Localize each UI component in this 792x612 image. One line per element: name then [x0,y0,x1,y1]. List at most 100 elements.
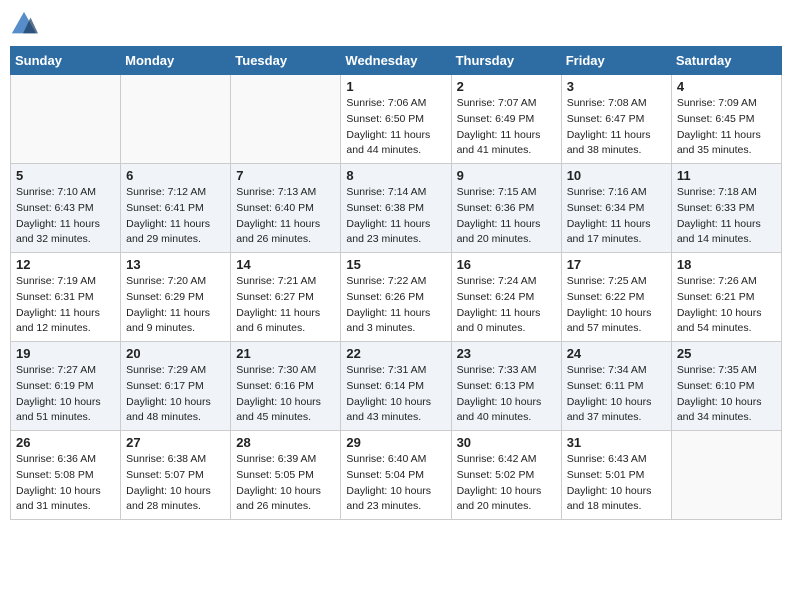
day-info: Sunrise: 7:22 AMSunset: 6:26 PMDaylight:… [346,274,445,337]
day-info: Sunrise: 6:39 AMSunset: 5:05 PMDaylight:… [236,452,335,515]
calendar-day-13: 13 Sunrise: 7:20 AMSunset: 6:29 PMDayligh… [121,253,231,342]
day-number: 9 [457,168,556,183]
logo [10,10,42,38]
day-number: 27 [126,435,225,450]
day-number: 15 [346,257,445,272]
calendar-day-9: 9 Sunrise: 7:15 AMSunset: 6:36 PMDaylight… [451,164,561,253]
calendar-week-row: 5Sunrise: 7:10 AMSunset: 6:43 PMDaylight… [11,164,782,253]
day-info: Sunrise: 7:20 AMSunset: 6:29 PMDaylight:… [126,274,225,337]
calendar-week-row: 1 Sunrise: 7:06 AMSunset: 6:50 PMDaylight… [11,75,782,164]
calendar-header-monday: Monday [121,47,231,75]
day-number: 21 [236,346,335,361]
day-number: 23 [457,346,556,361]
day-number: 17 [567,257,666,272]
day-number: 14 [236,257,335,272]
day-number: 8 [346,168,445,183]
calendar-header-tuesday: Tuesday [231,47,341,75]
day-number: 2 [457,79,556,94]
day-number: 12 [16,257,115,272]
day-number: 18 [677,257,776,272]
calendar-day-15: 15 Sunrise: 7:22 AMSunset: 6:26 PMDayligh… [341,253,451,342]
calendar-day-19: 19 Sunrise: 7:27 AMSunset: 6:19 PMDayligh… [11,342,121,431]
calendar-day-4: 4 Sunrise: 7:09 AMSunset: 6:45 PMDaylight… [671,75,781,164]
day-info: Sunrise: 7:19 AMSunset: 6:31 PMDaylight:… [16,274,115,337]
day-number: 7 [236,168,335,183]
calendar-day-1: 1 Sunrise: 7:06 AMSunset: 6:50 PMDaylight… [341,75,451,164]
day-info: Sunrise: 6:42 AMSunset: 5:02 PMDaylight:… [457,452,556,515]
calendar-day-27: 27 Sunrise: 6:38 AMSunset: 5:07 PMDayligh… [121,431,231,520]
day-info: Sunrise: 7:07 AMSunset: 6:49 PMDaylight:… [457,96,556,159]
calendar-week-row: 19 Sunrise: 7:27 AMSunset: 6:19 PMDayligh… [11,342,782,431]
day-info: Sunrise: 7:27 AMSunset: 6:19 PMDaylight:… [16,363,115,426]
day-info: Sunrise: 7:15 AMSunset: 6:36 PMDaylight:… [457,185,556,248]
calendar-day-14: 14 Sunrise: 7:21 AMSunset: 6:27 PMDayligh… [231,253,341,342]
calendar-day-21: 21 Sunrise: 7:30 AMSunset: 6:16 PMDayligh… [231,342,341,431]
day-info: Sunrise: 7:16 AMSunset: 6:34 PMDaylight:… [567,185,666,248]
day-info: Sunrise: 7:09 AMSunset: 6:45 PMDaylight:… [677,96,776,159]
calendar-day-16: 16Sunrise: 7:24 AMSunset: 6:24 PMDayligh… [451,253,561,342]
day-number: 5 [16,168,115,183]
day-number: 4 [677,79,776,94]
day-info: Sunrise: 7:12 AMSunset: 6:41 PMDaylight:… [126,185,225,248]
day-info: Sunrise: 7:31 AMSunset: 6:14 PMDaylight:… [346,363,445,426]
day-number: 16 [457,257,556,272]
day-info: Sunrise: 7:29 AMSunset: 6:17 PMDaylight:… [126,363,225,426]
calendar-day-6: 6 Sunrise: 7:12 AMSunset: 6:41 PMDaylight… [121,164,231,253]
day-info: Sunrise: 6:43 AMSunset: 5:01 PMDaylight:… [567,452,666,515]
day-info: Sunrise: 7:18 AMSunset: 6:33 PMDaylight:… [677,185,776,248]
calendar-header-wednesday: Wednesday [341,47,451,75]
logo-icon [10,10,38,38]
day-info: Sunrise: 7:25 AMSunset: 6:22 PMDaylight:… [567,274,666,337]
day-number: 20 [126,346,225,361]
day-number: 28 [236,435,335,450]
day-number: 22 [346,346,445,361]
calendar-empty-cell [671,431,781,520]
day-number: 6 [126,168,225,183]
calendar-day-23: 23 Sunrise: 7:33 AMSunset: 6:13 PMDayligh… [451,342,561,431]
calendar-day-20: 20 Sunrise: 7:29 AMSunset: 6:17 PMDayligh… [121,342,231,431]
calendar-header-thursday: Thursday [451,47,561,75]
calendar-day-30: 30 Sunrise: 6:42 AMSunset: 5:02 PMDayligh… [451,431,561,520]
day-number: 3 [567,79,666,94]
calendar-empty-cell [11,75,121,164]
calendar-day-28: 28 Sunrise: 6:39 AMSunset: 5:05 PMDayligh… [231,431,341,520]
calendar-day-29: 29 Sunrise: 6:40 AMSunset: 5:04 PMDayligh… [341,431,451,520]
day-info: Sunrise: 7:30 AMSunset: 6:16 PMDaylight:… [236,363,335,426]
calendar-day-18: 18 Sunrise: 7:26 AMSunset: 6:21 PMDayligh… [671,253,781,342]
day-info: Sunrise: 7:13 AMSunset: 6:40 PMDaylight:… [236,185,335,248]
day-info: Sunrise: 6:38 AMSunset: 5:07 PMDaylight:… [126,452,225,515]
day-number: 29 [346,435,445,450]
day-number: 30 [457,435,556,450]
calendar-day-8: 8 Sunrise: 7:14 AMSunset: 6:38 PMDaylight… [341,164,451,253]
day-number: 1 [346,79,445,94]
day-info: Sunrise: 6:36 AMSunset: 5:08 PMDaylight:… [16,452,115,515]
day-info: Sunrise: 7:26 AMSunset: 6:21 PMDaylight:… [677,274,776,337]
day-info: Sunrise: 7:14 AMSunset: 6:38 PMDaylight:… [346,185,445,248]
header [10,10,782,38]
calendar-day-24: 24Sunrise: 7:34 AMSunset: 6:11 PMDayligh… [561,342,671,431]
calendar-week-row: 12 Sunrise: 7:19 AMSunset: 6:31 PMDayligh… [11,253,782,342]
day-info: Sunrise: 7:06 AMSunset: 6:50 PMDaylight:… [346,96,445,159]
calendar-week-row: 26 Sunrise: 6:36 AMSunset: 5:08 PMDayligh… [11,431,782,520]
calendar-day-22: 22 Sunrise: 7:31 AMSunset: 6:14 PMDayligh… [341,342,451,431]
day-info: Sunrise: 7:35 AMSunset: 6:10 PMDaylight:… [677,363,776,426]
calendar-header-saturday: Saturday [671,47,781,75]
day-info: Sunrise: 7:08 AMSunset: 6:47 PMDaylight:… [567,96,666,159]
calendar-day-2: 2 Sunrise: 7:07 AMSunset: 6:49 PMDaylight… [451,75,561,164]
calendar-day-25: 25 Sunrise: 7:35 AMSunset: 6:10 PMDayligh… [671,342,781,431]
day-info: Sunrise: 7:33 AMSunset: 6:13 PMDaylight:… [457,363,556,426]
day-number: 26 [16,435,115,450]
day-number: 13 [126,257,225,272]
calendar-day-10: 10Sunrise: 7:16 AMSunset: 6:34 PMDayligh… [561,164,671,253]
calendar-header-sunday: Sunday [11,47,121,75]
day-number: 19 [16,346,115,361]
calendar-empty-cell [121,75,231,164]
day-info: Sunrise: 6:40 AMSunset: 5:04 PMDaylight:… [346,452,445,515]
calendar-empty-cell [231,75,341,164]
calendar-day-7: 7 Sunrise: 7:13 AMSunset: 6:40 PMDaylight… [231,164,341,253]
calendar-day-3: 3 Sunrise: 7:08 AMSunset: 6:47 PMDaylight… [561,75,671,164]
day-number: 25 [677,346,776,361]
day-number: 24 [567,346,666,361]
calendar: SundayMondayTuesdayWednesdayThursdayFrid… [10,46,782,520]
day-info: Sunrise: 7:21 AMSunset: 6:27 PMDaylight:… [236,274,335,337]
